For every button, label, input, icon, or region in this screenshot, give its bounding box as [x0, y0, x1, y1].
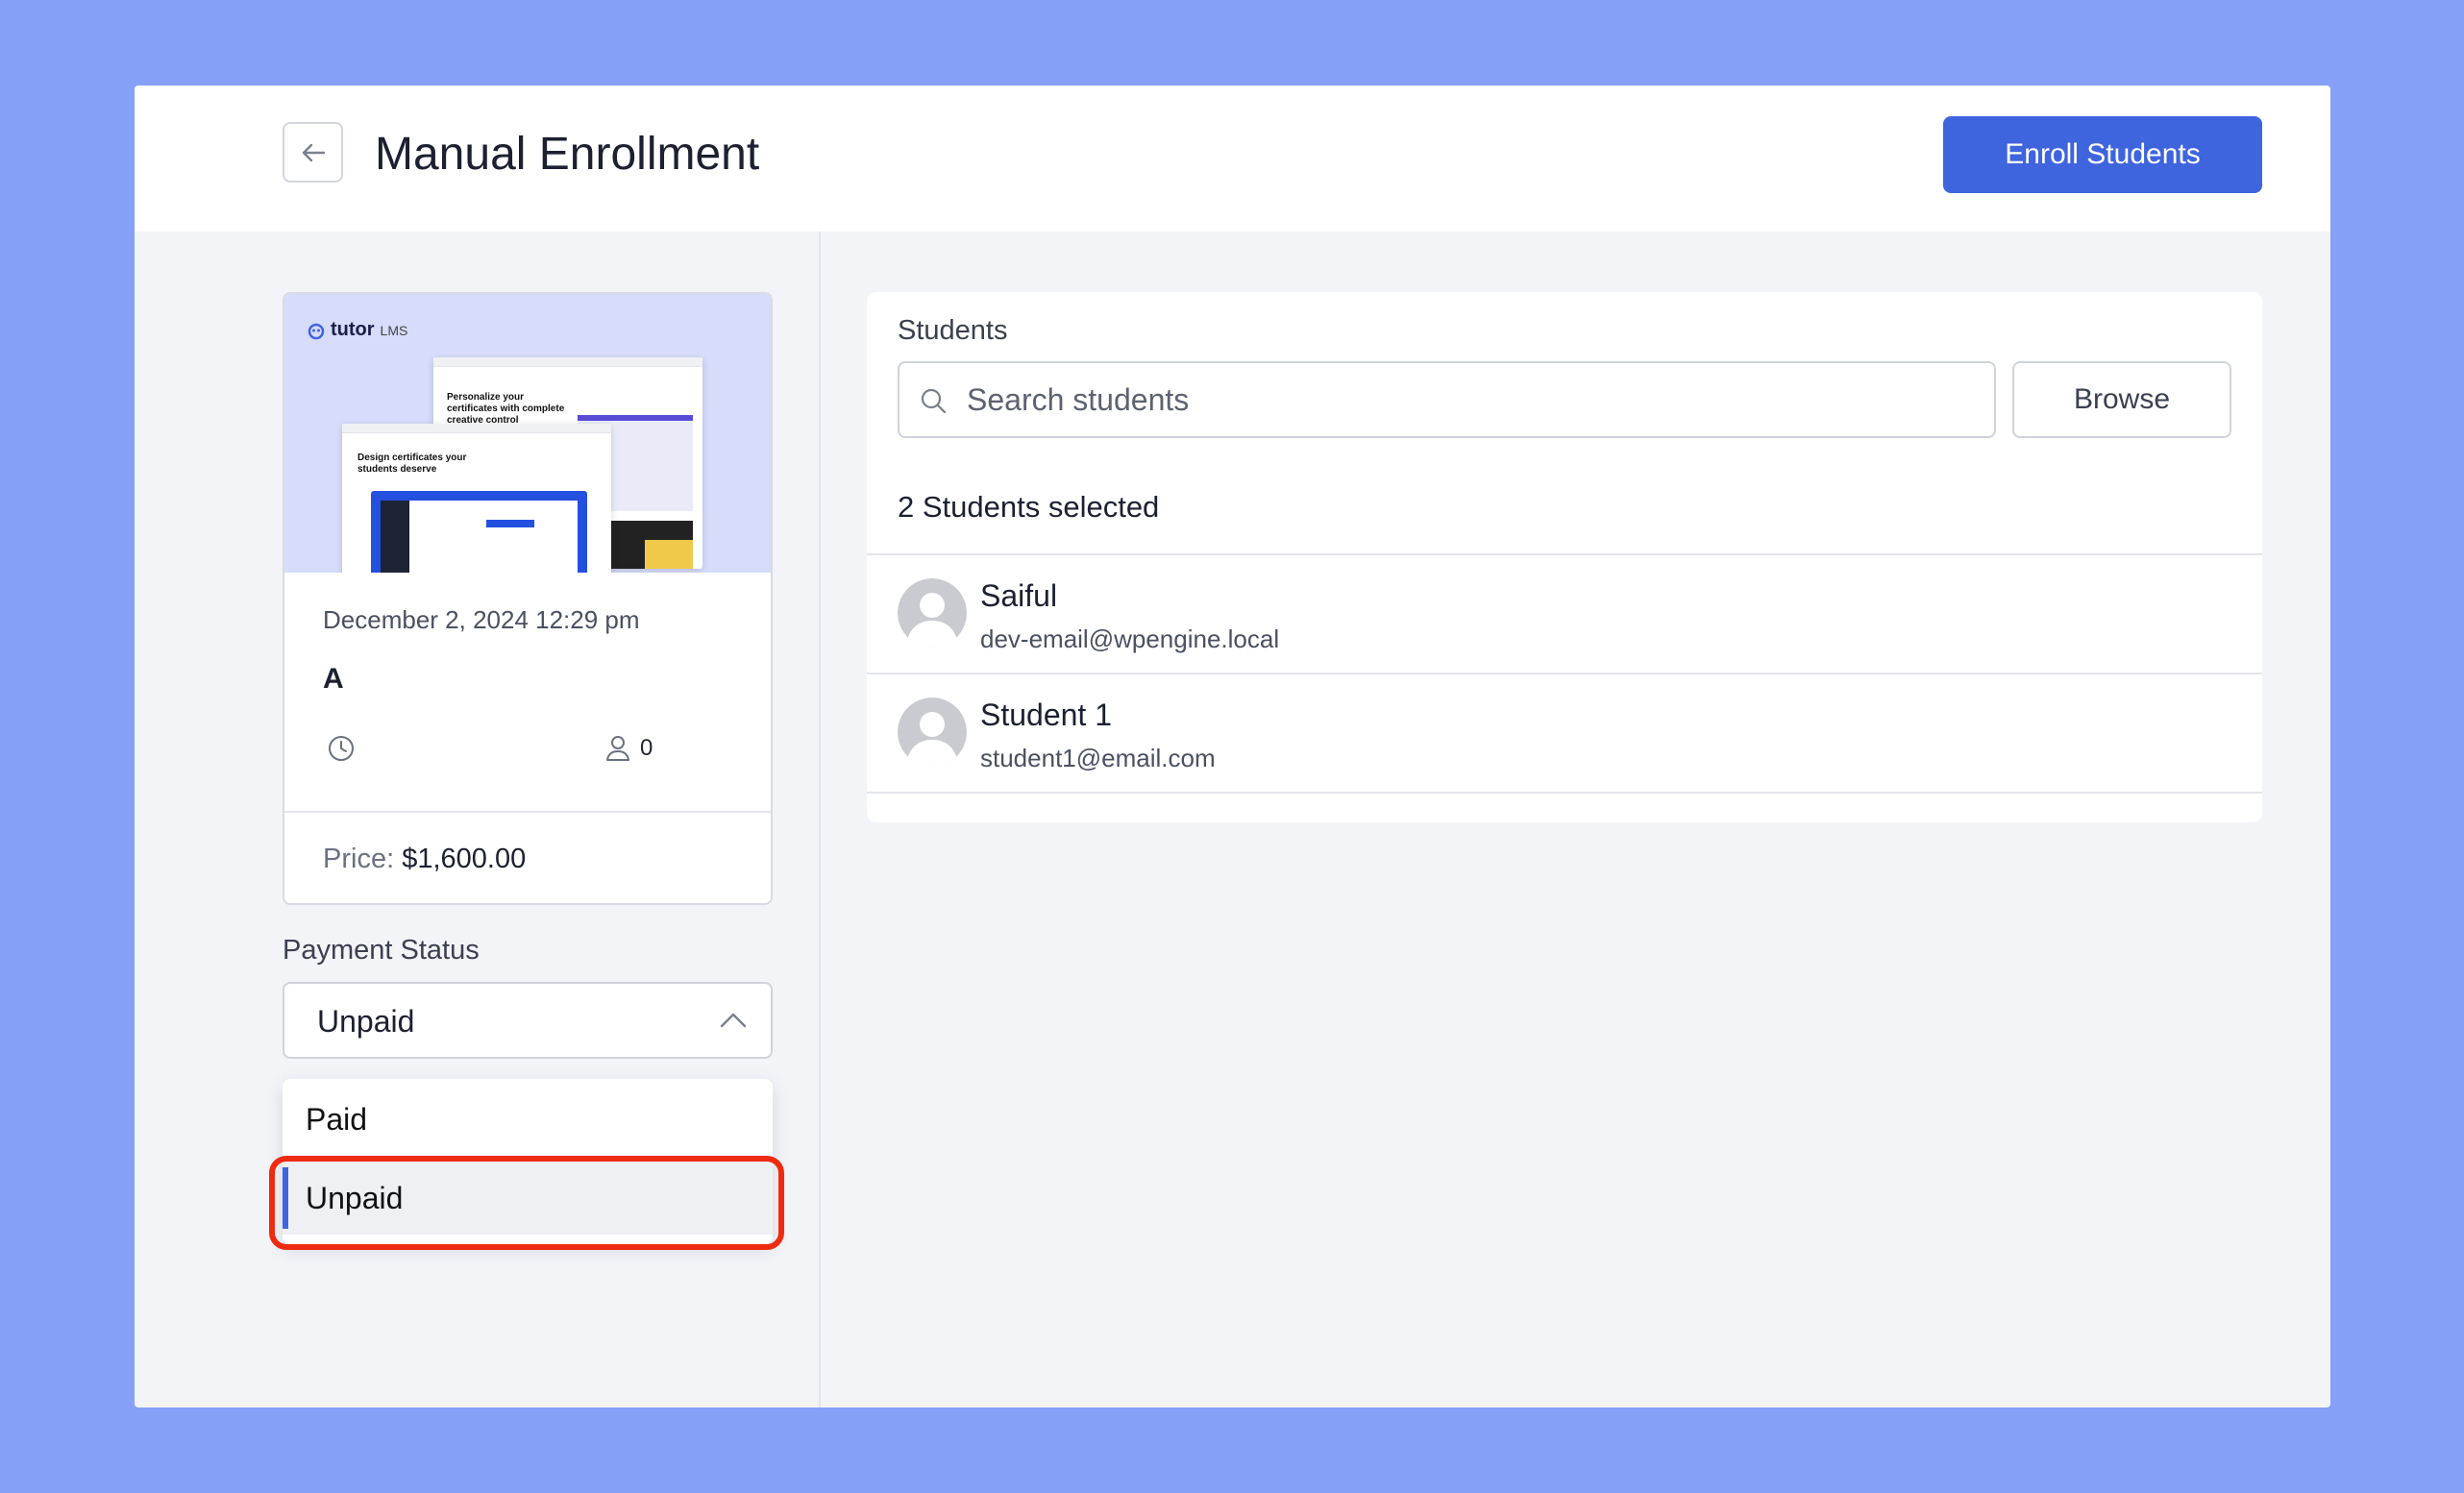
duration-meta [327, 734, 356, 768]
course-name: A [323, 663, 344, 695]
column-divider [819, 232, 821, 1407]
card-divider [284, 811, 771, 813]
clock-icon [329, 736, 354, 761]
mock-headline-back: Personalize your certificates with compl… [447, 392, 565, 426]
tutor-logo: tutor LMS [308, 319, 407, 341]
option-paid-label: Paid [306, 1102, 368, 1137]
course-thumbnail: tutor LMS Personalize your certificates … [284, 294, 771, 573]
logo-text: tutor [331, 319, 375, 340]
course-price: Price: $1,600.00 [323, 844, 526, 875]
course-date: December 2, 2024 12:29 pm [323, 605, 640, 634]
payment-status-select[interactable]: Unpaid [283, 982, 773, 1059]
price-label: Price: [323, 844, 395, 874]
search-students-input[interactable] [967, 377, 1966, 423]
arrow-left-icon [302, 143, 325, 161]
tutor-owl-icon [308, 323, 325, 339]
chevron-up-icon [720, 1013, 747, 1028]
row-divider [867, 792, 2262, 794]
selected-count: 2 Students selected [898, 490, 1160, 524]
enroll-students-button[interactable]: Enroll Students [1943, 116, 2262, 193]
user-icon [606, 736, 629, 761]
top-bar: Manual Enrollment Enroll Students [135, 86, 2330, 232]
price-value: $1,600.00 [402, 844, 527, 874]
highlight-box [269, 1156, 784, 1250]
student-row[interactable]: Student 1 student1@email.com [867, 674, 2262, 790]
mock-screen-front: Design certificates your students deserv… [342, 424, 611, 573]
mock-headline-front: Design certificates your students deserv… [357, 453, 467, 475]
student-email: dev-email@wpengine.local [980, 624, 1280, 653]
back-button[interactable] [283, 122, 343, 183]
avatar [898, 578, 967, 648]
logo-suffix: LMS [380, 322, 408, 338]
student-row[interactable]: Saiful dev-email@wpengine.local [867, 555, 2262, 671]
student-name: Saiful [980, 578, 1058, 613]
enrolled-meta: 0 [605, 734, 653, 763]
page-title: Manual Enrollment [375, 129, 760, 180]
students-panel: Students Browse 2 Students selected Saif… [867, 292, 2262, 822]
app-window: Manual Enrollment Enroll Students tutor … [135, 86, 2330, 1407]
search-students-field[interactable] [898, 361, 1996, 438]
search-icon [921, 388, 947, 414]
option-paid[interactable]: Paid [283, 1079, 773, 1160]
payment-status-value: Unpaid [317, 1004, 415, 1039]
student-email: student1@email.com [980, 744, 1216, 772]
students-label: Students [898, 315, 1008, 346]
browse-button[interactable]: Browse [2012, 361, 2231, 438]
student-name: Student 1 [980, 698, 1112, 732]
course-card[interactable]: tutor LMS Personalize your certificates … [283, 292, 773, 905]
payment-status-label: Payment Status [283, 935, 480, 966]
enrolled-count: 0 [640, 735, 653, 761]
avatar [898, 698, 967, 767]
